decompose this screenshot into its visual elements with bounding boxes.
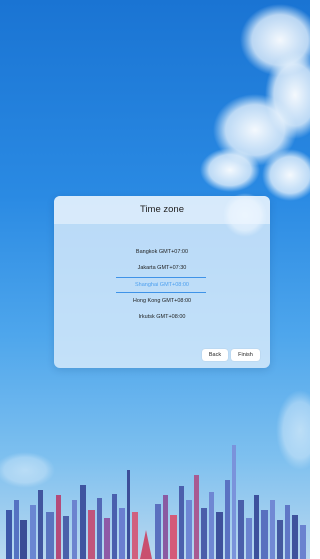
time-zone-option-selected[interactable]: Shanghai GMT+08:00 bbox=[54, 277, 270, 293]
time-zone-option[interactable]: Hong Kong GMT+08:00 bbox=[54, 293, 270, 309]
setup-screen: Time zone Bangkok GMT+07:00 Jakarta GMT+… bbox=[0, 0, 310, 559]
time-zone-option[interactable]: Irkutsk GMT+08:00 bbox=[54, 309, 270, 325]
dialog-title: Time zone bbox=[54, 196, 270, 224]
time-zone-option[interactable]: Jakarta GMT+07:30 bbox=[54, 260, 270, 276]
finish-button[interactable]: Finish bbox=[231, 349, 260, 361]
back-button[interactable]: Back bbox=[202, 349, 228, 361]
time-zone-option[interactable]: Bangkok GMT+07:00 bbox=[54, 244, 270, 260]
time-zone-picker[interactable]: Bangkok GMT+07:00 Jakarta GMT+07:30 Shan… bbox=[54, 236, 270, 324]
time-zone-dialog: Time zone Bangkok GMT+07:00 Jakarta GMT+… bbox=[54, 196, 270, 368]
